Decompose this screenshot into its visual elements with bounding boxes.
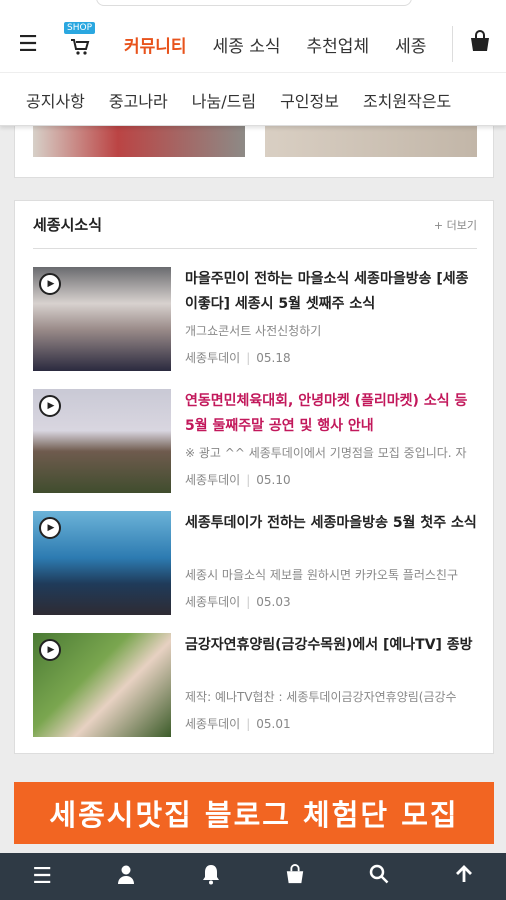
- list-item[interactable]: ▶ 세종투데이가 전하는 세종마을방송 5월 첫주 소식 세종시 마을소식 제보…: [33, 511, 477, 617]
- section-header: 세종시소식 + 더보기: [33, 201, 477, 249]
- subnav-notice[interactable]: 공지사항: [26, 88, 85, 112]
- promo-banner[interactable]: 세종시맛집 블로그 체험단 모집: [14, 782, 494, 844]
- article-meta: 세종투데이 | 05.01: [185, 715, 477, 732]
- previous-thumbnail[interactable]: [265, 125, 477, 157]
- previous-thumbnail[interactable]: [33, 125, 245, 157]
- section-title: 세종시소식: [33, 216, 103, 234]
- article-title[interactable]: 금강자연휴양림(금강수목원)에서 [예나TV] 종방: [185, 633, 477, 658]
- play-icon: ▶: [39, 517, 61, 539]
- bottom-user-button[interactable]: [106, 857, 146, 897]
- meta-separator: |: [246, 595, 251, 609]
- article-title[interactable]: 세종투데이가 전하는 세종마을방송 5월 첫주 소식: [185, 511, 477, 536]
- article-source: 세종투데이: [185, 595, 241, 609]
- sejong-news-section: 세종시소식 + 더보기 ▶ 마을주민이 전하는 마을소식 세종마을방송 [세종이…: [14, 200, 494, 754]
- article-date: 05.03: [256, 595, 291, 609]
- article-excerpt: 제작: 예나TV협찬 : 세종투데이금강자연휴양림(금강수: [185, 690, 457, 704]
- hamburger-icon: ☰: [18, 31, 38, 57]
- play-icon: ▶: [39, 273, 61, 295]
- bottom-search-button[interactable]: [359, 857, 399, 897]
- user-icon: [116, 864, 136, 890]
- shop-button[interactable]: SHOP: [62, 22, 102, 64]
- shop-badge: SHOP: [64, 22, 95, 34]
- tab-community[interactable]: 커뮤니티: [124, 32, 187, 57]
- meta-separator: |: [246, 717, 251, 731]
- tab-recommended-business[interactable]: 추천업체: [307, 32, 370, 57]
- subnav-used-market[interactable]: 중고나라: [109, 88, 168, 112]
- list-item[interactable]: ▶ 금강자연휴양림(금강수목원)에서 [예나TV] 종방 제작: 예나TV협찬 …: [33, 633, 477, 739]
- site-header: ☰ SHOP 커뮤니티 세종 소식 추천업체 세종 공지사항 중고나라 나눔/드…: [0, 0, 506, 126]
- play-icon: ▶: [39, 395, 61, 417]
- play-icon: ▶: [39, 639, 61, 661]
- category-tabs: 커뮤니티 세종 소식 추천업체 세종: [124, 16, 454, 72]
- shopping-bag-icon: [284, 863, 306, 890]
- tab-sejong[interactable]: 세종: [395, 32, 426, 57]
- article-thumbnail[interactable]: ▶: [33, 511, 171, 615]
- article-meta: 세종투데이 | 05.03: [185, 593, 477, 610]
- article-meta: 세종투데이 | 05.18: [185, 349, 477, 366]
- article-date: 05.10: [256, 473, 291, 487]
- cart-icon: [70, 38, 90, 61]
- subnav-jochiwon[interactable]: 조치원작은도: [363, 88, 451, 112]
- article-title[interactable]: 마을주민이 전하는 마을소식 세종마을방송 [세종이좋다] 세종시 5월 셋째주…: [185, 267, 477, 317]
- bottom-notification-button[interactable]: [191, 857, 231, 897]
- article-title[interactable]: 연동면민체육대회, 안녕마켓 (플리마켓) 소식 등 5월 둘째주말 공연 및 …: [185, 389, 477, 439]
- bottom-toolbar: ☰: [0, 853, 506, 900]
- menu-button[interactable]: ☰: [14, 30, 42, 58]
- nav-divider: [452, 26, 453, 62]
- bell-icon: [201, 863, 221, 891]
- bottom-shop-button[interactable]: [275, 857, 315, 897]
- article-thumbnail[interactable]: ▶: [33, 633, 171, 737]
- hamburger-icon: ☰: [32, 864, 53, 889]
- address-bar-edge: [96, 0, 412, 6]
- list-item[interactable]: ▶ 마을주민이 전하는 마을소식 세종마을방송 [세종이좋다] 세종시 5월 셋…: [33, 267, 477, 373]
- article-thumbnail[interactable]: ▶: [33, 267, 171, 371]
- arrow-up-icon: [454, 864, 474, 890]
- list-item[interactable]: ▶ 연동면민체육대회, 안녕마켓 (플리마켓) 소식 등 5월 둘째주말 공연 …: [33, 389, 477, 495]
- subnav-jobs[interactable]: 구인정보: [280, 88, 339, 112]
- meta-separator: |: [246, 473, 251, 487]
- article-excerpt: 개그쇼콘서트 사전신청하기: [185, 324, 322, 338]
- bottom-menu-button[interactable]: ☰: [22, 857, 62, 897]
- article-date: 05.18: [256, 351, 291, 365]
- article-date: 05.01: [256, 717, 291, 731]
- article-thumbnail[interactable]: ▶: [33, 389, 171, 493]
- meta-separator: |: [246, 351, 251, 365]
- article-source: 세종투데이: [185, 473, 241, 487]
- article-source: 세종투데이: [185, 717, 241, 731]
- bottom-scroll-top-button[interactable]: [444, 857, 484, 897]
- main-nav: ☰ SHOP 커뮤니티 세종 소식 추천업체 세종: [0, 16, 506, 72]
- tab-sejong-news[interactable]: 세종 소식: [213, 32, 281, 57]
- more-link[interactable]: + 더보기: [434, 217, 477, 233]
- shop-bag-button[interactable]: [466, 30, 494, 58]
- article-source: 세종투데이: [185, 351, 241, 365]
- subnav-share[interactable]: 나눔/드림: [192, 88, 256, 112]
- sub-nav: 공지사항 중고나라 나눔/드림 구인정보 조치원작은도: [0, 72, 506, 126]
- shopping-bag-icon: [468, 30, 492, 58]
- article-meta: 세종투데이 | 05.10: [185, 471, 477, 488]
- article-excerpt: ※ 광고 ^^ 세종투데이에서 기명점을 모집 중입니다. 자: [185, 446, 467, 460]
- search-icon: [369, 864, 389, 890]
- article-excerpt: 세종시 마을소식 제보를 원하시면 카카오톡 플러스친구: [185, 568, 458, 582]
